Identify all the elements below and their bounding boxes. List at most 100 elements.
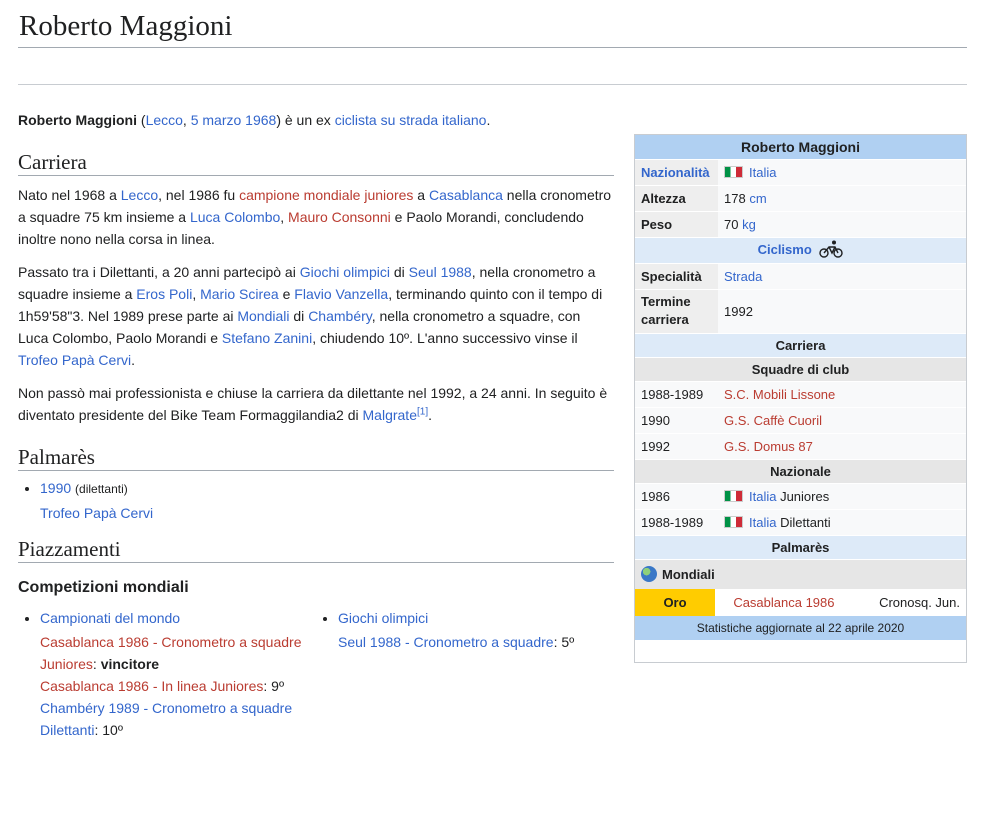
malgrate-link[interactable]: Malgrate (363, 407, 417, 423)
placings-column-left: Campionati del mondo Casablanca 1986 - C… (18, 607, 316, 741)
chambery-link[interactable]: Chambéry (308, 308, 372, 324)
career-paragraph-3: Non passò mai professionista e chiuse la… (18, 385, 608, 423)
placing-link[interactable]: Casablanca 1986 - In linea Juniores (40, 678, 263, 694)
weight-unit-link[interactable]: kg (742, 217, 756, 232)
placing-result: vincitore (100, 656, 160, 672)
list-item: Giochi olimpici (338, 607, 614, 629)
placing-result: : 5º (553, 634, 575, 650)
placing-link[interactable]: Seul 1988 - Cronometro a squadre (338, 634, 554, 650)
palmares-year-link[interactable]: 1990 (40, 480, 71, 496)
national-country-link[interactable]: Italia (749, 489, 776, 504)
stats-updated-footer: Statistiche aggiornate al 22 aprile 2020 (635, 616, 966, 640)
national-category: Dilettanti (776, 514, 831, 530)
olympics-results: Seul 1988 - Cronometro a squadre: 5º (316, 631, 614, 653)
worlds-results: Casablanca 1986 - Cronometro a squadre J… (40, 634, 302, 738)
list-item: 1990 (dilettanti) (40, 477, 614, 500)
weight-label: Peso (635, 211, 718, 238)
birthplace-link[interactable]: Lecco (146, 112, 183, 128)
sport-link[interactable]: Ciclismo (758, 242, 812, 257)
national-years: 1986 (635, 483, 718, 510)
nationality-label[interactable]: Nazionalità (635, 159, 718, 186)
height-value: 178 (724, 190, 746, 206)
casablanca-link[interactable]: Casablanca (429, 187, 503, 203)
subsection-heading: Competizioni mondiali (18, 579, 189, 596)
lead-text: ( (137, 112, 146, 128)
gold-medal-badge: Oro (635, 589, 715, 616)
section-heading-carriera: Carriera (18, 151, 614, 176)
lead-text: ) è un ex (276, 112, 335, 128)
worlds-championship-link[interactable]: Campionati del mondo (40, 610, 180, 626)
placing-result: : 9º (263, 678, 285, 694)
seul-1988-link[interactable]: Seul 1988 (409, 264, 472, 280)
luca-colombo-link[interactable]: Luca Colombo (190, 209, 280, 225)
career-paragraph-2: Passato tra i Dilettanti, a 20 anni part… (18, 264, 603, 368)
club-years: 1992 (635, 433, 718, 460)
mario-scirea-link[interactable]: Mario Scirea (200, 286, 279, 302)
italy-flag-icon (724, 489, 743, 502)
placing-link[interactable]: Chambéry 1989 - Cronometro a squadre Dil… (40, 700, 292, 738)
cycling-icon (819, 240, 844, 261)
italy-flag-icon (724, 165, 743, 178)
national-years: 1988-1989 (635, 509, 718, 536)
italy-flag-icon (724, 515, 743, 528)
placings-columns: Campionati del mondo Casablanca 1986 - C… (18, 607, 614, 741)
occupation-link[interactable]: ciclista su strada italiano (335, 112, 487, 128)
trofeo-papa-cervi-link[interactable]: Trofeo Papà Cervi (18, 352, 131, 368)
article-page: Roberto Maggioni Roberto Maggioni Nazion… (0, 0, 991, 741)
club-years: 1988-1989 (635, 381, 718, 408)
article-body: Roberto Maggioni (Lecco, 5 marzo 1968) è… (18, 109, 614, 741)
nationality-link[interactable]: Italia (749, 165, 776, 180)
height-label: Altezza (635, 185, 718, 212)
placings-column-right: Giochi olimpici Seul 1988 - Cronometro a… (316, 607, 614, 741)
lead-paragraph: Roberto Maggioni (Lecco, 5 marzo 1968) è… (18, 109, 614, 131)
club-team-link[interactable]: G.S. Domus 87 (724, 439, 813, 454)
stefano-zanini-link[interactable]: Stefano Zanini (222, 330, 312, 346)
national-country-link[interactable]: Italia (749, 515, 776, 530)
mondiali-link[interactable]: Mondiali (237, 308, 289, 324)
flavio-vanzella-link[interactable]: Flavio Vanzella (294, 286, 388, 302)
career-header: Carriera (635, 333, 966, 358)
page-title: Roberto Maggioni (18, 0, 967, 48)
lead-text: , (182, 112, 191, 128)
infobox-bottom-spacer (635, 640, 966, 662)
list-item: Campionati del mondo (40, 607, 316, 629)
section-heading-palmares: Palmarès (18, 446, 614, 471)
club-teams-header: Squadre di club (635, 357, 966, 382)
palmares-list: 1990 (dilettanti) (18, 477, 614, 500)
eros-poli-link[interactable]: Eros Poli (136, 286, 192, 302)
worlds-label: Mondiali (662, 567, 715, 583)
globe-icon (641, 566, 657, 583)
worlds-row: Mondiali (635, 559, 966, 589)
speciality-label: Specialità (635, 263, 718, 290)
sport-header: Ciclismo (635, 237, 966, 264)
medal-event-link[interactable]: Casablanca 1986 (733, 595, 834, 610)
club-team-link[interactable]: S.C. Mobili Lissone (724, 387, 835, 402)
junior-world-champion-link[interactable]: campione mondiale juniores (239, 187, 413, 203)
height-unit-link[interactable]: cm (749, 191, 766, 206)
reference-link[interactable]: [1] (417, 406, 428, 417)
olympic-games-link[interactable]: Giochi olimpici (338, 610, 428, 626)
placing-link[interactable]: Casablanca 1986 - Cronometro a squadre J… (40, 634, 302, 672)
national-team-header: Nazionale (635, 459, 966, 484)
lead-text: . (486, 112, 491, 128)
infobox-title: Roberto Maggioni (635, 135, 966, 160)
career-paragraph-1: Nato nel 1968 a Lecco, nel 1986 fu campi… (18, 187, 612, 247)
speciality-link[interactable]: Strada (724, 269, 762, 284)
birthdate-link[interactable]: 5 marzo 1968 (191, 112, 277, 128)
national-category: Juniores (776, 488, 830, 504)
mauro-consonni-link[interactable]: Mauro Consonni (288, 209, 391, 225)
infobox: Roberto Maggioni Nazionalità Italia Alte… (634, 134, 967, 663)
palmares-header: Palmarès (635, 535, 966, 560)
palmares-note: (dilettanti) (75, 482, 128, 496)
career-end-value: 1992 (718, 289, 966, 334)
palmares-race-link[interactable]: Trofeo Papà Cervi (40, 505, 153, 521)
weight-value: 70 (724, 216, 739, 232)
section-heading-piazzamenti: Piazzamenti (18, 538, 614, 563)
lecco-link[interactable]: Lecco (121, 187, 158, 203)
club-team-link[interactable]: G.S. Caffè Cuoril (724, 413, 822, 428)
olympics-link[interactable]: Giochi olimpici (300, 264, 390, 280)
subject-name: Roberto Maggioni (18, 112, 137, 128)
club-years: 1990 (635, 407, 718, 434)
career-end-label: Termine carriera (635, 289, 718, 334)
article-content: Roberto Maggioni Nazionalità Italia Alte… (18, 109, 967, 741)
